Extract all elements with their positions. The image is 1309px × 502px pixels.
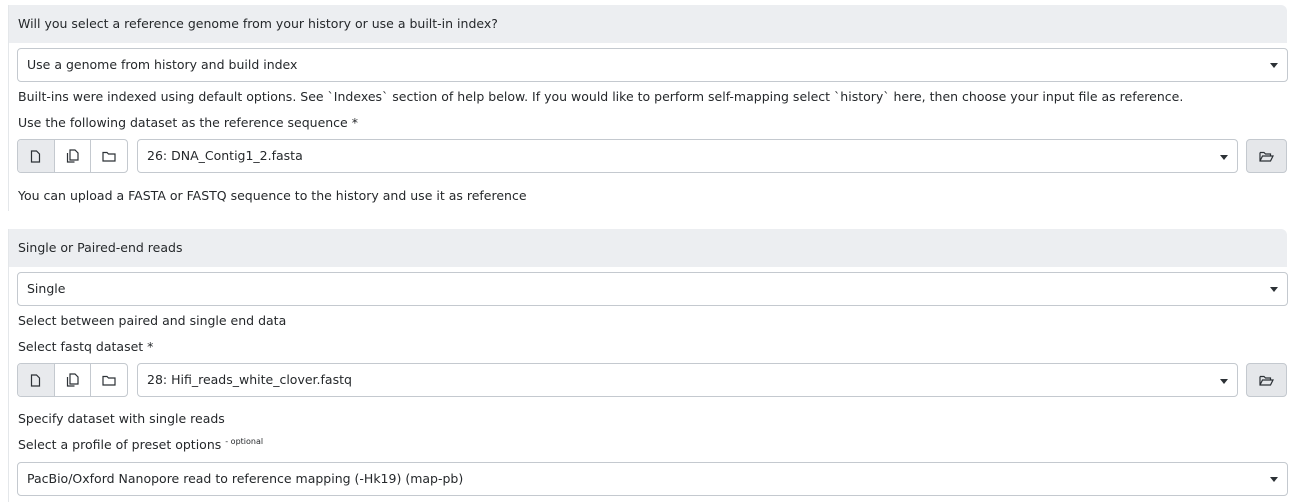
collection-button[interactable] (91, 364, 127, 396)
field-label: Select a profile of preset options - opt… (18, 437, 263, 452)
help-text: Built-ins were indexed using default opt… (18, 89, 1184, 104)
section-title: Single or Paired-end reads (9, 229, 1287, 267)
read-type-select[interactable]: Single (17, 272, 1288, 306)
single-dataset-icon (31, 149, 41, 163)
dropdown-caret-icon (1220, 379, 1228, 384)
reference-dataset-label: Use the following dataset as the referen… (18, 115, 348, 130)
select-value: Single (27, 281, 66, 296)
multiple-datasets-button[interactable] (55, 140, 92, 172)
required-mark: * (147, 339, 154, 354)
single-dataset-button[interactable] (18, 140, 55, 172)
multiple-datasets-button[interactable] (55, 364, 92, 396)
collection-button[interactable] (91, 140, 127, 172)
optional-tag: - optional (225, 437, 264, 446)
dropdown-caret-icon (1270, 287, 1278, 292)
multiple-datasets-icon (66, 149, 79, 163)
single-dataset-button[interactable] (18, 364, 55, 396)
reference-dataset-select[interactable]: 26: DNA_Contig1_2.fasta (137, 139, 1238, 173)
browse-datasets-button[interactable] (1246, 363, 1287, 397)
section-title: Will you select a reference genome from … (9, 5, 1287, 43)
fastq-dataset-label: Select fastq dataset (18, 339, 144, 354)
single-dataset-icon (31, 373, 41, 387)
fastq-dataset-select[interactable]: 28: Hifi_reads_white_clover.fastq (137, 363, 1238, 397)
field-label: Select fastq dataset * (18, 339, 153, 354)
select-value: Use a genome from history and build inde… (27, 57, 298, 72)
dropdown-caret-icon (1270, 477, 1278, 482)
select-value: 26: DNA_Contig1_2.fasta (147, 148, 303, 163)
preset-options-select[interactable]: PacBio/Oxford Nanopore read to reference… (17, 462, 1288, 496)
dataset-type-buttons (17, 363, 128, 397)
field-label: Use the following dataset as the referen… (18, 115, 358, 130)
select-value: 28: Hifi_reads_white_clover.fastq (147, 372, 352, 387)
dataset-type-buttons (17, 139, 128, 173)
collection-folder-icon (102, 151, 116, 162)
dropdown-caret-icon (1220, 155, 1228, 160)
collection-folder-icon (102, 375, 116, 386)
help-text: Select between paired and single end dat… (18, 313, 287, 328)
help-text: Specify dataset with single reads (18, 411, 225, 426)
reads-section: Single or Paired-end reads Single Select… (8, 229, 1288, 502)
browse-datasets-button[interactable] (1246, 139, 1287, 173)
browse-folder-open-icon (1259, 151, 1274, 162)
reference-source-select[interactable]: Use a genome from history and build inde… (17, 48, 1288, 82)
required-mark: * (351, 115, 358, 130)
multiple-datasets-icon (66, 373, 79, 387)
select-value: PacBio/Oxford Nanopore read to reference… (27, 471, 464, 486)
dropdown-caret-icon (1270, 63, 1278, 68)
preset-label: Select a profile of preset options (18, 437, 222, 452)
reference-genome-section: Will you select a reference genome from … (8, 5, 1288, 211)
browse-folder-open-icon (1259, 375, 1274, 386)
help-text: You can upload a FASTA or FASTQ sequence… (18, 188, 527, 203)
